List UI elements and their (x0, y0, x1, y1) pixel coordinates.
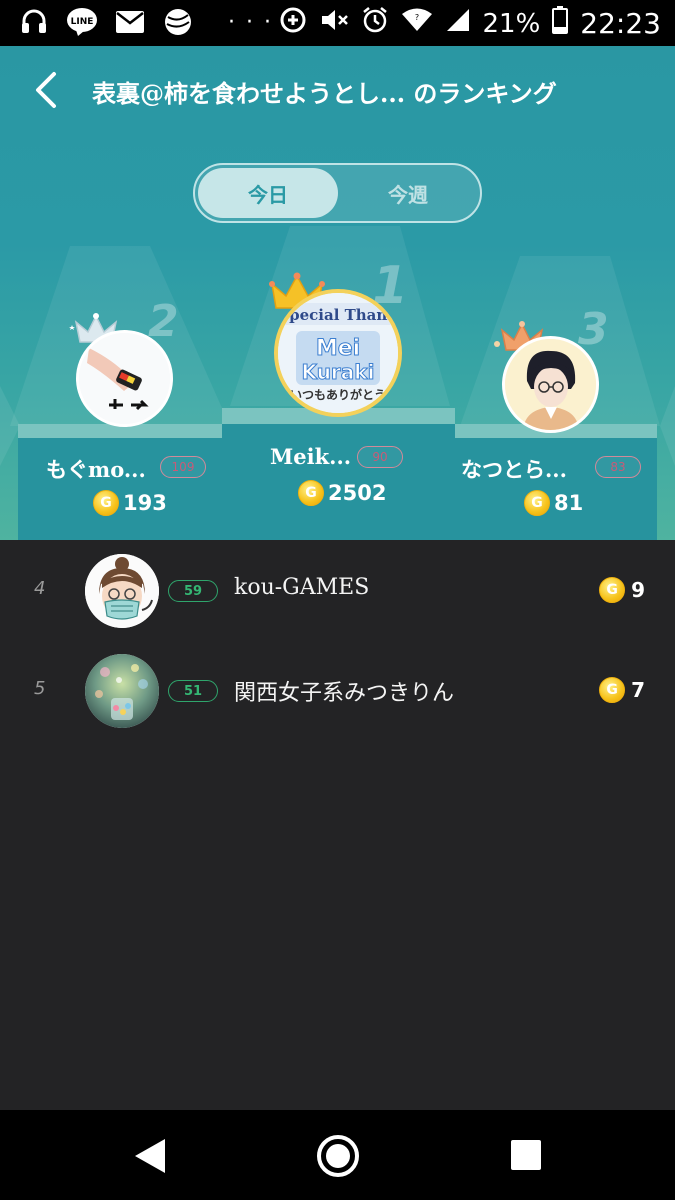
list-item[interactable]: 4 59 kou-GAMES G 9 (0, 540, 675, 640)
ball-app-icon (162, 6, 194, 38)
status-bar: LINE · · · ? 21% 22:23 (0, 0, 675, 46)
level-badge-rank-2: 109 (160, 456, 206, 478)
avatar-rank-2[interactable] (76, 330, 173, 427)
alarm-icon (361, 6, 389, 41)
mail-icon (114, 6, 146, 38)
data-saver-icon (279, 6, 307, 41)
more-notifications: · · · (228, 9, 273, 35)
avatar-rank-1[interactable]: Special Thank Mei Kuraki いつもありがとう (274, 289, 402, 417)
coin-count-rank-1: 2502 (328, 481, 387, 505)
coins-rank-2: G 193 (93, 490, 167, 516)
svg-text:LINE: LINE (71, 17, 94, 27)
coin-icon: G (93, 490, 119, 516)
podium-name-rank-3: なつとら... (461, 457, 567, 482)
triangle-back-icon (135, 1139, 165, 1173)
system-nav-bar (0, 1110, 675, 1200)
list-name: kou-GAMES (234, 575, 370, 600)
signal-icon (445, 7, 471, 40)
nav-home-button[interactable] (317, 1135, 359, 1177)
coin-count-rank-2: 193 (123, 491, 167, 515)
avatar-rank-3[interactable] (502, 336, 599, 433)
podium-name-rank-1: Meik... (270, 444, 352, 469)
avatar-text-line1: Special Thank (278, 306, 398, 324)
list-coins: G 9 (599, 577, 645, 603)
nav-recents-button[interactable] (511, 1140, 541, 1170)
level-badge-rank-3: 83 (595, 456, 641, 478)
level-badge: 51 (168, 680, 218, 702)
avatar-text-line3: Kuraki (302, 360, 375, 384)
avatar-text-line2: Mei (316, 336, 360, 361)
coins-rank-1: G 2502 (298, 480, 386, 506)
nav-back-button[interactable] (132, 1137, 168, 1179)
list-rank: 4 (34, 578, 46, 599)
battery-percent: 21% (482, 8, 541, 39)
podium-name-rank-2: もぐmo... (46, 457, 146, 482)
avatar[interactable] (85, 654, 159, 728)
avatar[interactable] (85, 554, 159, 628)
coin-count-rank-3: 81 (554, 491, 584, 515)
avatar-text-line4: いつもありがとう (290, 387, 386, 402)
line-app-icon: LINE (66, 6, 98, 38)
coin-icon: G (298, 480, 324, 506)
ranking-header: 表裏@柿を食わせようとし... のランキング 今日 今週 2 1 3 もぐmo.… (0, 46, 675, 540)
coin-count: 9 (631, 578, 645, 602)
coin-icon: G (599, 577, 626, 603)
mute-icon (319, 6, 349, 41)
coins-rank-3: G 81 (524, 490, 583, 516)
list-coins: G 7 (599, 677, 645, 703)
list-item[interactable]: 5 51 関西女子系みつきりん G 7 (0, 640, 675, 740)
coin-icon: G (524, 490, 550, 516)
level-badge: 59 (168, 580, 218, 602)
coin-count: 7 (631, 678, 645, 702)
list-name: 関西女子系みつきりん (234, 681, 455, 706)
clock: 22:23 (580, 7, 661, 40)
battery-icon (552, 6, 569, 41)
svg-text:?: ? (414, 13, 418, 22)
headset-icon (18, 6, 50, 38)
coin-icon: G (599, 677, 626, 703)
level-badge-rank-1: 90 (357, 446, 403, 468)
list-rank: 5 (34, 678, 46, 699)
wifi-icon: ? (401, 7, 433, 40)
